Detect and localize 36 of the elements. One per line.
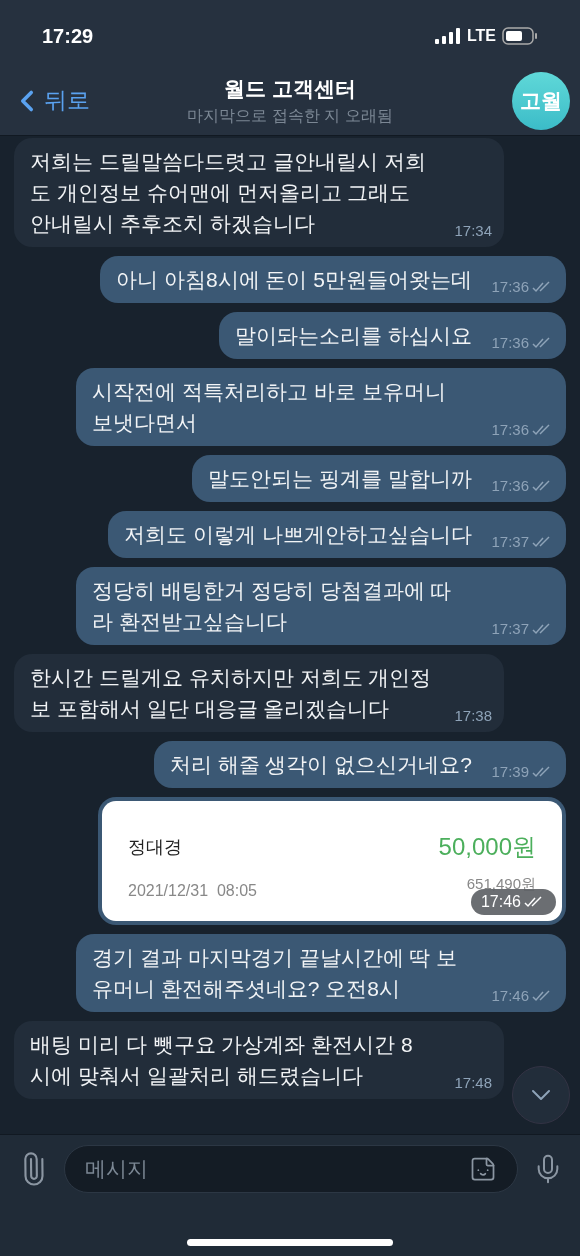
message-time: 17:37 [491, 618, 529, 639]
message-text: 아니 아침8시에 돈이 5만원들어왓는데 [116, 267, 472, 293]
message-time: 17:36 [491, 276, 529, 297]
message-time: 17:38 [454, 705, 492, 726]
message-text: 한시간 드릴게요 유치하지만 저희도 개인정보 포함해서 일단 대응글 올리겠습니다 [30, 665, 432, 722]
message-time: 17:34 [454, 220, 492, 241]
message-time: 17:36 [491, 332, 529, 353]
transaction-date: 2021/12/31 08:05 [128, 881, 257, 901]
message-time: 17:37 [491, 531, 529, 552]
sender-name: 정대경 [128, 835, 182, 859]
message-text: 정당히 배팅한거 정당히 당첨결과에 따라 환전받고싶습니다 [92, 578, 453, 635]
time-badge: 17:46 [470, 889, 556, 915]
network-label: LTE [466, 26, 496, 46]
message-text: 저희는 드릴말씀다드렷고 글안내릴시 저희도 개인정보 슈어맨에 먼저올리고 그래도 안내릴시 추후조치 하겠습니다 [30, 149, 427, 237]
back-button[interactable]: 뒤로 [10, 83, 130, 118]
message-text: 배팅 미리 다 뺏구요 가상계좌 환전시간 8시에 맞춰서 일괄처리 해드렸습니다 [30, 1032, 414, 1089]
amount-text: 50,000원 [438, 832, 536, 862]
message-time: 17:48 [454, 1072, 492, 1093]
message-text: 저희도 이렇게 나쁘게안하고싶습니다 [124, 522, 472, 548]
message-text: 처리 해줄 생각이 없으신거네요? [169, 752, 472, 778]
message-time: 17:39 [491, 761, 529, 782]
message-text: 말이돠는소리를 하십시요 [235, 323, 472, 349]
message-field[interactable]: 메시지 [64, 1145, 518, 1193]
message-text: 시작전에 적특처리하고 바로 보유머니 보냇다면서 [92, 379, 447, 436]
last-seen-status: 마지막으로 접속한 지 오래됨 [187, 106, 393, 127]
message-time: 17:36 [491, 475, 529, 496]
message-input[interactable]: 메시지 [85, 1153, 469, 1185]
message-time: 17:46 [491, 985, 529, 1006]
message-time: 17:36 [491, 419, 529, 440]
sticker-icon[interactable] [469, 1155, 497, 1183]
chat-title: 월드 고객센터 [224, 75, 356, 102]
message-text: 경기 결과 마지막경기 끝날시간에 딱 보유머니 환전해주셧네요? 오전8시 [92, 945, 459, 1002]
battery-icon [502, 27, 538, 45]
message-text: 말도안되는 핑계를 말합니까 [208, 466, 472, 492]
status-time: 17:29 [42, 24, 94, 49]
signal-icon [434, 28, 461, 44]
